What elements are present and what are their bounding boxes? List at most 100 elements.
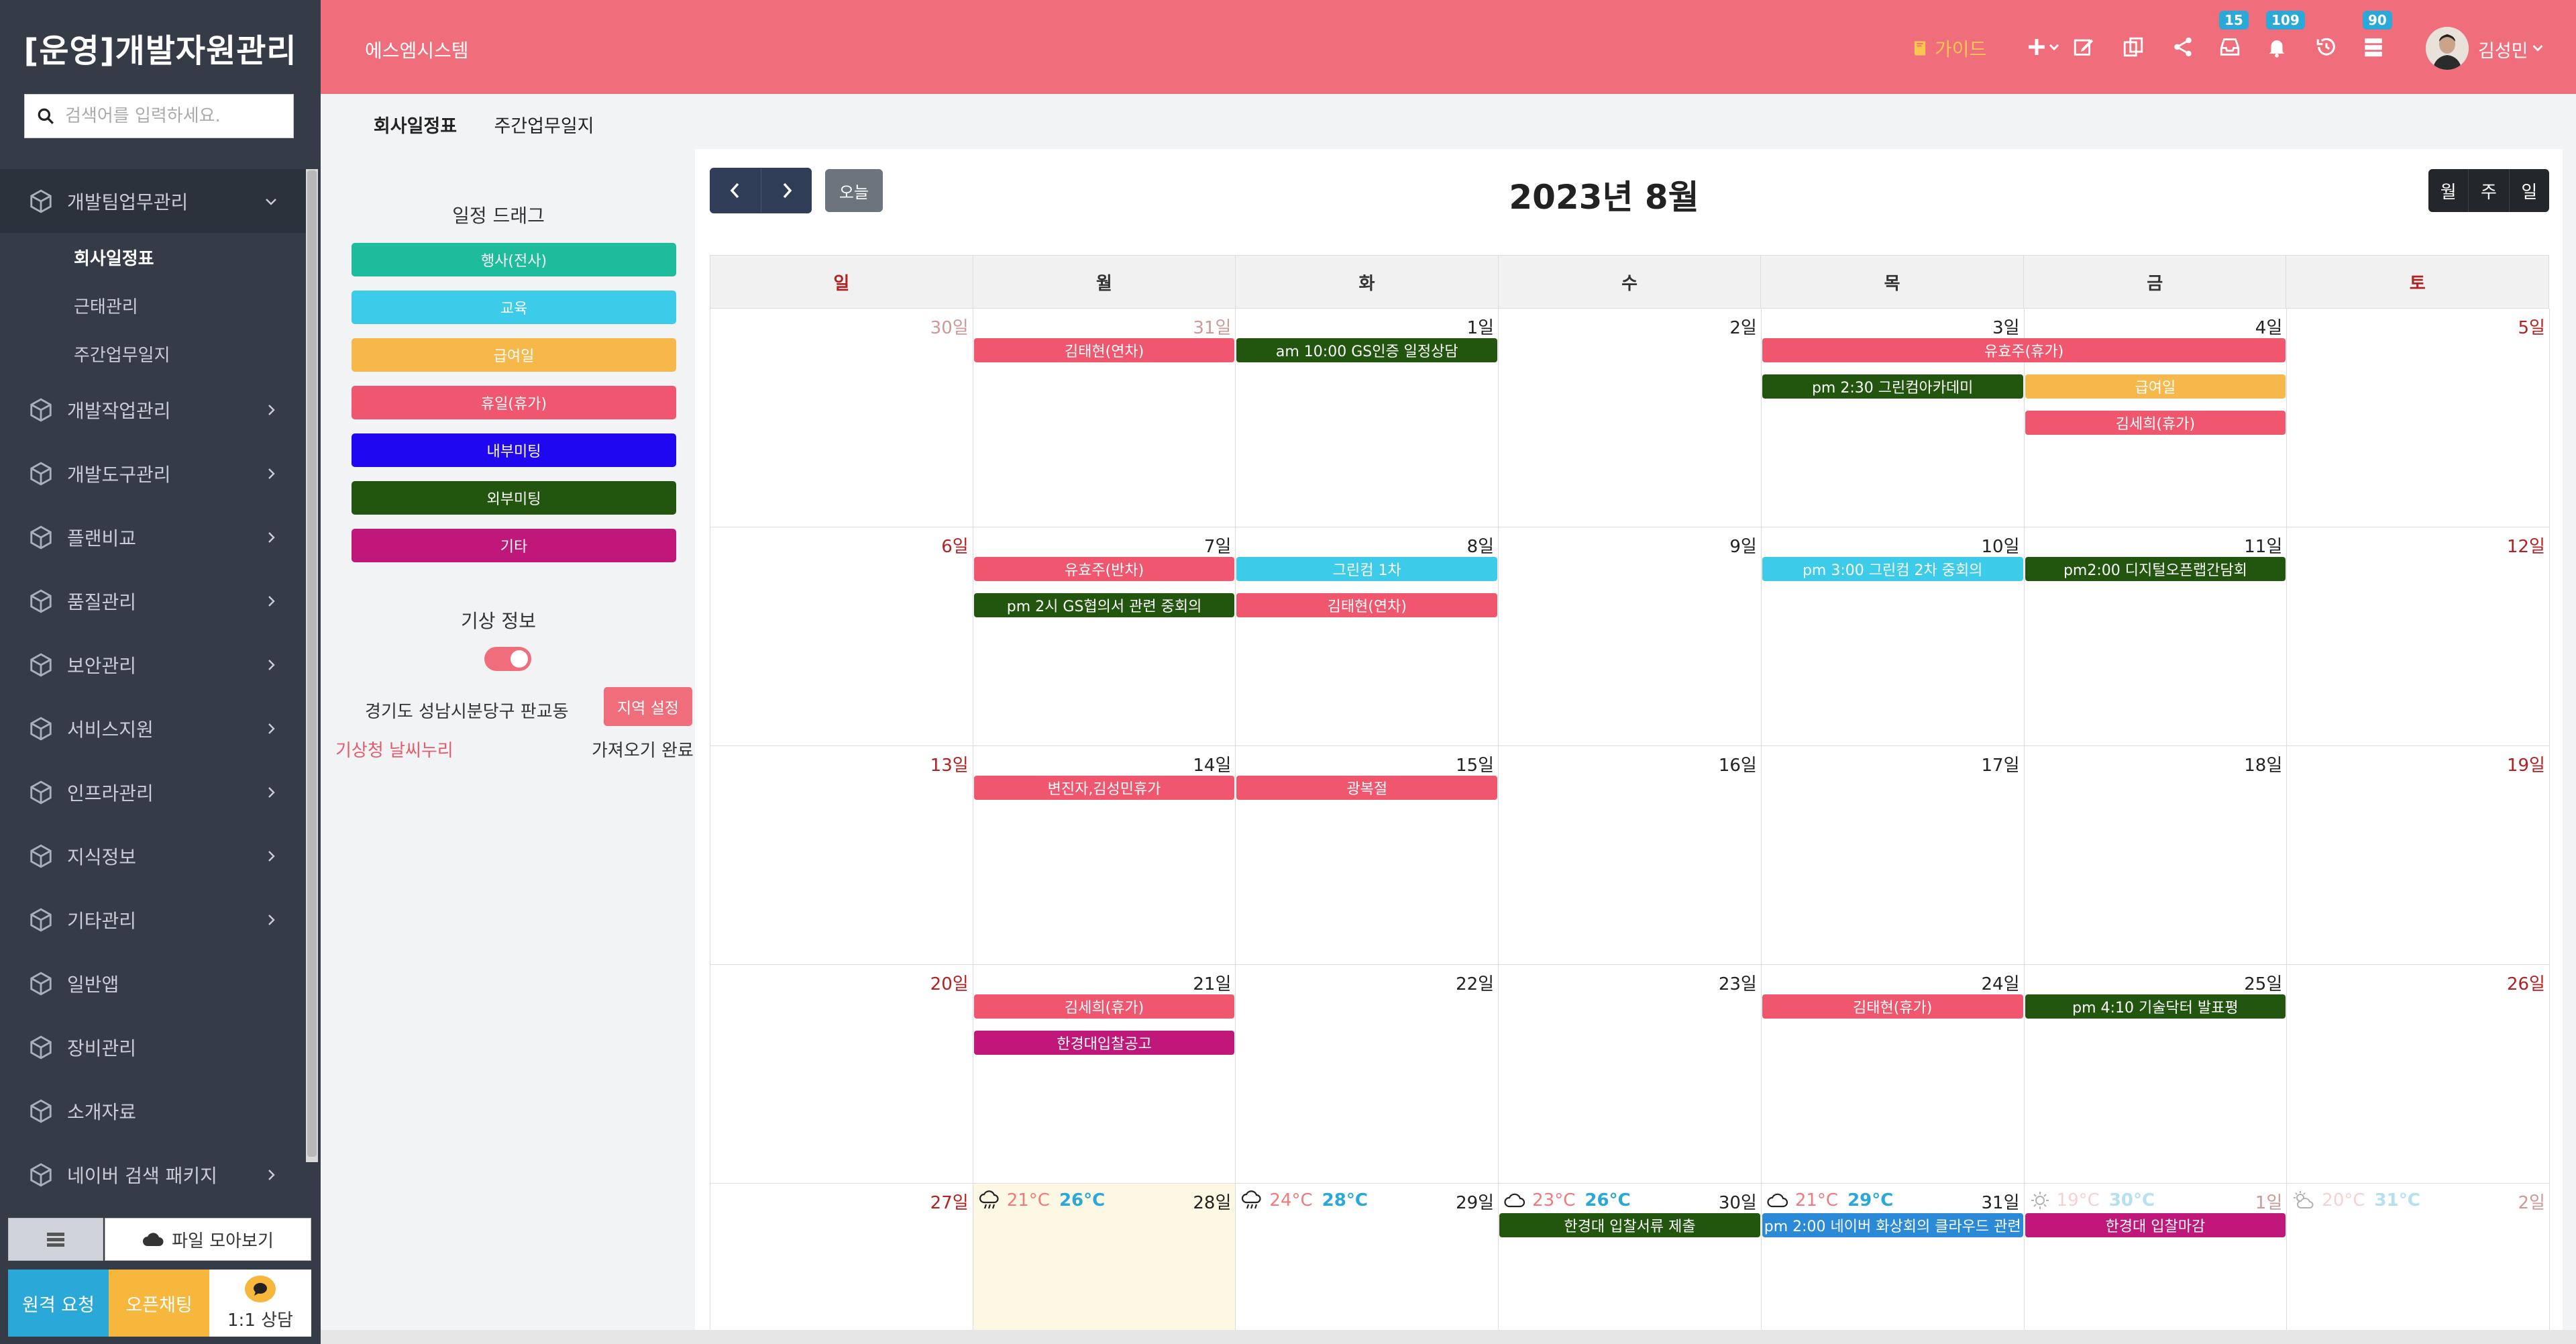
calendar-event[interactable]: 유효주(반차) [973,557,1235,581]
inbox-button[interactable]: 15 [2216,11,2249,60]
sidebar-item-3[interactable]: 플랜비교 [0,505,306,569]
calendar-day-cell[interactable]: 18일 [2024,746,2288,965]
drag-category-button[interactable]: 급여일 [352,338,676,372]
calendar-day-cell[interactable]: 9일 [1499,527,1762,746]
sidebar-scrollbar[interactable] [306,169,318,1162]
remote-request-button[interactable]: 원격 요청 [8,1270,109,1337]
calendar-day-cell[interactable]: 26일 [2287,965,2550,1184]
sidebar-item-2[interactable]: 개발도구관리 [0,442,306,505]
sidebar-item-6[interactable]: 서비스지원 [0,696,306,760]
drag-category-button[interactable]: 기타 [352,529,676,562]
add-menu-button[interactable] [2023,34,2063,60]
sidebar-item-4[interactable]: 품질관리 [0,569,306,633]
page-horizontal-scrollbar[interactable] [321,1330,2576,1344]
calendar-day-cell[interactable]: 30일 [710,309,973,527]
calendar-day-cell[interactable]: 6일 [710,527,973,746]
sidebar-scrollbar-thumb[interactable] [307,170,317,1157]
history-button[interactable] [2313,34,2340,60]
calendar-event[interactable]: 그린컴 1차 [1236,557,1498,581]
calendar-day-cell[interactable]: 16일 [1499,746,1762,965]
day-number[interactable]: 17일 [1982,752,2020,776]
calendar-event[interactable]: 한경대입찰공고 [973,1031,1235,1055]
list-menu-button[interactable]: 90 [2360,11,2392,60]
chevron-down-icon[interactable] [2530,40,2545,55]
calendar-event[interactable]: pm 2:30 그린컴아카데미 [1762,374,2023,399]
weather-toggle[interactable] [484,647,531,671]
system-name[interactable]: 에스엠시스템 [365,36,469,63]
file-collection-button[interactable]: 파일 모아보기 [105,1218,311,1261]
calendar-day-cell[interactable]: 31일 21°C 29°C [1762,1184,2025,1344]
calendar-event[interactable]: 급여일 [2025,374,2286,399]
calendar-day-cell[interactable]: 20일 [710,965,973,1184]
day-number[interactable]: 9일 [1729,533,1756,558]
day-number[interactable]: 28일 [1193,1189,1231,1214]
day-number[interactable]: 19일 [2507,752,2545,776]
day-number[interactable]: 12일 [2507,533,2545,558]
calendar-event[interactable]: 김세희(휴가) [2025,411,2286,435]
day-number[interactable]: 1일 [1467,314,1494,339]
day-number[interactable]: 22일 [1456,970,1494,995]
calendar-event[interactable]: am 10:00 GS인증 일정상담 [1236,338,1498,362]
copy-button[interactable] [2120,34,2147,60]
day-number[interactable]: 13일 [930,752,969,776]
open-chat-button[interactable]: 오픈채팅 [109,1270,209,1337]
calendar-day-cell[interactable]: 29일 24°C 28°C [1236,1184,1499,1344]
drag-category-button[interactable]: 행사(전사) [352,243,676,276]
calendar-day-cell[interactable]: 23일 [1499,965,1762,1184]
calendar-day-cell[interactable]: 1일 19°C 30°C [2025,1184,2288,1344]
day-number[interactable]: 7일 [1204,533,1231,558]
calendar-event[interactable]: 김태현(연차) [1236,593,1498,617]
calendar-day-cell[interactable]: 13일 [710,746,973,965]
day-number[interactable]: 8일 [1467,533,1494,558]
day-number[interactable]: 27일 [930,1189,969,1214]
calendar-event[interactable]: pm 4:10 기술닥터 발표평 [2025,994,2286,1019]
share-button[interactable] [2169,34,2196,60]
calendar-event[interactable]: 한경대 입찰마감 [2025,1213,2286,1237]
calendar-day-cell[interactable]: 27일 [710,1184,973,1344]
sidebar-item-11[interactable]: 장비관리 [0,1015,306,1079]
calendar-event[interactable]: 광복절 [1236,776,1498,800]
sidebar-subitem-attendance[interactable]: 근태관리 [0,281,306,329]
day-number[interactable]: 23일 [1719,970,1757,995]
page-vertical-scrollbar[interactable] [2563,149,2576,1330]
sidebar-item-1[interactable]: 개발작업관리 [0,378,306,442]
day-number[interactable]: 20일 [930,970,969,995]
drag-category-button[interactable]: 내부미팅 [352,433,676,467]
calendar-event[interactable]: pm 2시 GS협의서 관련 중회의 [973,593,1235,617]
day-number[interactable]: 3일 [1992,314,2019,339]
tab-weekly-log[interactable]: 주간업무일지 [482,111,606,152]
calendar-event[interactable]: 변진자,김성민휴가 [973,776,1235,800]
drag-category-button[interactable]: 외부미팅 [352,481,676,515]
calendar-event[interactable]: pm 2:00 네이버 화상회의 클라우드 관련 [1762,1213,2023,1237]
day-number[interactable]: 18일 [2244,752,2282,776]
sidebar-item-5[interactable]: 보안관리 [0,633,306,696]
day-number[interactable]: 31일 [1982,1189,2020,1214]
region-setting-button[interactable]: 지역 설정 [604,687,692,726]
calendar-event[interactable]: 김세희(휴가) [973,994,1235,1019]
calendar-day-cell[interactable]: 2일 20°C 31°C [2287,1184,2550,1344]
search-input[interactable] [65,106,286,126]
calendar-day-cell[interactable]: 5일 [2287,309,2550,527]
calendar-event[interactable]: 한경대 입찰서류 제출 [1499,1213,1760,1237]
drag-category-button[interactable]: 교육 [352,291,676,324]
day-number[interactable]: 2일 [1729,314,1756,339]
day-number[interactable]: 26일 [2507,970,2545,995]
day-number[interactable]: 31일 [1193,314,1231,339]
sidebar-subitem-company-schedule[interactable]: 회사일정표 [0,233,306,281]
sidebar-item-7[interactable]: 인프라관리 [0,760,306,824]
calendar-event[interactable]: 김태현(휴가) [1762,994,2023,1019]
avatar[interactable] [2426,27,2469,70]
calendar-day-cell[interactable]: 22일 [1236,965,1499,1184]
guide-link[interactable]: 가이드 [1911,35,1986,62]
drag-category-button[interactable]: 휴일(휴가) [352,386,676,419]
day-number[interactable]: 24일 [1982,970,2020,995]
sidebar-item-13[interactable]: 네이버 검색 패키지 [0,1143,306,1206]
day-number[interactable]: 30일 [930,314,969,339]
sidebar-item-12[interactable]: 소개자료 [0,1079,306,1143]
day-number[interactable]: 4일 [2255,314,2282,339]
sidebar-item-dev-team[interactable]: 개발팀업무관리 [0,169,306,233]
calendar-day-cell[interactable]: 19일 [2287,746,2550,965]
day-number[interactable]: 29일 [1456,1189,1494,1214]
day-number[interactable]: 21일 [1193,970,1231,995]
user-name[interactable]: 김성민 [2478,36,2528,62]
